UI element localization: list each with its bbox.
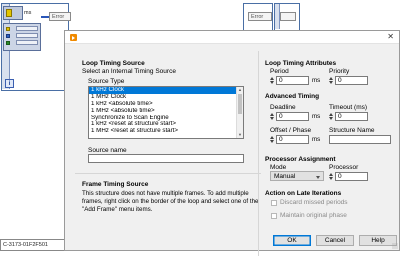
priority-control[interactable]: 0	[329, 76, 374, 85]
timeout-control[interactable]: 0	[329, 112, 374, 121]
status-strip: C-3173-01F2F501	[0, 239, 68, 251]
source-type-listbox[interactable]: 1 kHz Clock 1 MHz Clock 1 kHz <absolute ti…	[88, 86, 244, 139]
input-node-row	[16, 33, 38, 38]
close-icon[interactable]: ✕	[387, 32, 394, 41]
processor-label: Processor	[329, 164, 359, 171]
mode-value: Manual	[274, 173, 296, 180]
source-type-item[interactable]: 1 kHz <absolute time>	[89, 101, 236, 108]
discard-missed-label: Discard missed periods	[280, 199, 348, 206]
input-node-row	[16, 26, 38, 31]
mode-dropdown[interactable]: Manual	[270, 171, 324, 181]
source-type-label: Source Type	[88, 78, 125, 85]
loop-timing-source-title: Loop Timing Source	[82, 60, 145, 67]
period-increment-icon[interactable]	[270, 76, 275, 85]
priority-label: Priority	[329, 68, 350, 75]
input-node-yellow	[6, 27, 10, 31]
processor-control[interactable]: 0	[329, 172, 374, 181]
offset-increment-icon[interactable]	[270, 135, 275, 144]
chevron-down-icon	[316, 175, 320, 179]
offset-phase-label: Offset / Phase	[270, 127, 312, 134]
loop-config-node[interactable]	[3, 6, 23, 20]
period-input[interactable]: 0	[276, 76, 309, 85]
discard-missed-checkbox[interactable]	[271, 200, 277, 206]
vertical-divider	[258, 51, 259, 256]
scroll-down-icon[interactable]: ▼	[237, 132, 243, 138]
late-iterations-title: Action on Late Iterations	[265, 190, 342, 197]
priority-increment-icon[interactable]	[329, 76, 334, 85]
error-cluster-left[interactable]: Error	[49, 12, 71, 21]
period-label: Period	[270, 68, 289, 75]
deadline-label: Deadline	[270, 104, 296, 111]
error-cluster-right[interactable]: Error	[248, 12, 272, 21]
iteration-terminal[interactable]: i	[5, 79, 14, 88]
offset-phase-unit: ms	[312, 136, 321, 143]
priority-input[interactable]: 0	[335, 76, 368, 85]
deadline-increment-icon[interactable]	[270, 112, 275, 121]
processor-increment-icon[interactable]	[329, 172, 334, 181]
loop-timing-attributes-title: Loop Timing Attributes	[265, 60, 337, 67]
period-control[interactable]: 0 ms	[270, 76, 330, 85]
maintain-phase-label: Maintain original phase	[280, 212, 347, 219]
timeout-label: Timeout (ms)	[329, 104, 368, 111]
source-type-item[interactable]: 1 MHz Clock	[89, 94, 236, 101]
deadline-input[interactable]: 0	[276, 112, 309, 121]
dialog-titlebar[interactable]: ✕	[65, 31, 399, 44]
resize-grip[interactable]	[392, 243, 398, 249]
loop-ms-label: ms	[24, 10, 32, 16]
source-type-item[interactable]: 1 kHz <reset at structure start>	[89, 121, 236, 128]
processor-assignment-title: Processor Assignment	[265, 156, 336, 163]
advanced-timing-title: Advanced Timing	[265, 93, 320, 100]
frame-timing-source-title: Frame Timing Source	[82, 181, 149, 188]
source-type-list: 1 kHz Clock 1 MHz Clock 1 kHz <absolute ti…	[89, 87, 243, 135]
timed-loop-icon	[70, 34, 77, 41]
loop-icon-yellow	[6, 9, 12, 17]
ok-button[interactable]: OK	[273, 235, 311, 246]
period-unit: ms	[312, 77, 321, 84]
deadline-unit: ms	[312, 113, 321, 120]
mode-label: Mode	[270, 164, 287, 171]
offset-phase-control[interactable]: 0 ms	[270, 135, 330, 144]
cancel-button[interactable]: Cancel	[316, 235, 354, 246]
source-name-input[interactable]	[88, 154, 244, 163]
timeout-increment-icon[interactable]	[329, 112, 334, 121]
error-cluster-right-out[interactable]	[280, 12, 296, 21]
input-node-blue	[6, 34, 10, 38]
select-timing-source-label: Select an Internal Timing Source	[82, 68, 176, 75]
maintain-phase-checkbox[interactable]	[271, 213, 277, 219]
left-divider	[75, 173, 261, 174]
processor-input[interactable]: 0	[335, 172, 368, 181]
structure-name-input[interactable]	[329, 135, 391, 144]
source-name-label: Source name	[88, 147, 127, 154]
source-type-item[interactable]: 1 MHz <absolute time>	[89, 108, 236, 115]
input-node-green	[6, 41, 10, 45]
offset-phase-input[interactable]: 0	[276, 135, 309, 144]
timed-loop-config-dialog: ✕ Loop Timing Source Select an Internal …	[64, 30, 400, 256]
scroll-up-icon[interactable]: ▲	[237, 87, 243, 93]
source-type-item[interactable]: 1 kHz Clock	[89, 87, 236, 94]
input-node-cluster[interactable]	[3, 23, 41, 51]
scroll-thumb[interactable]	[238, 94, 242, 114]
frame-timing-description: This structure does not have multiple fr…	[82, 190, 259, 214]
source-type-scrollbar[interactable]: ▲ ▼	[236, 87, 243, 138]
timeout-input[interactable]: 0	[335, 112, 368, 121]
source-type-item[interactable]: 1 MHz <reset at structure start>	[89, 128, 236, 135]
input-node-row	[16, 40, 38, 45]
source-type-item[interactable]: Synchronize to Scan Engine	[89, 115, 236, 122]
deadline-control[interactable]: 0 ms	[270, 112, 330, 121]
structure-name-label: Structure Name	[329, 127, 375, 134]
